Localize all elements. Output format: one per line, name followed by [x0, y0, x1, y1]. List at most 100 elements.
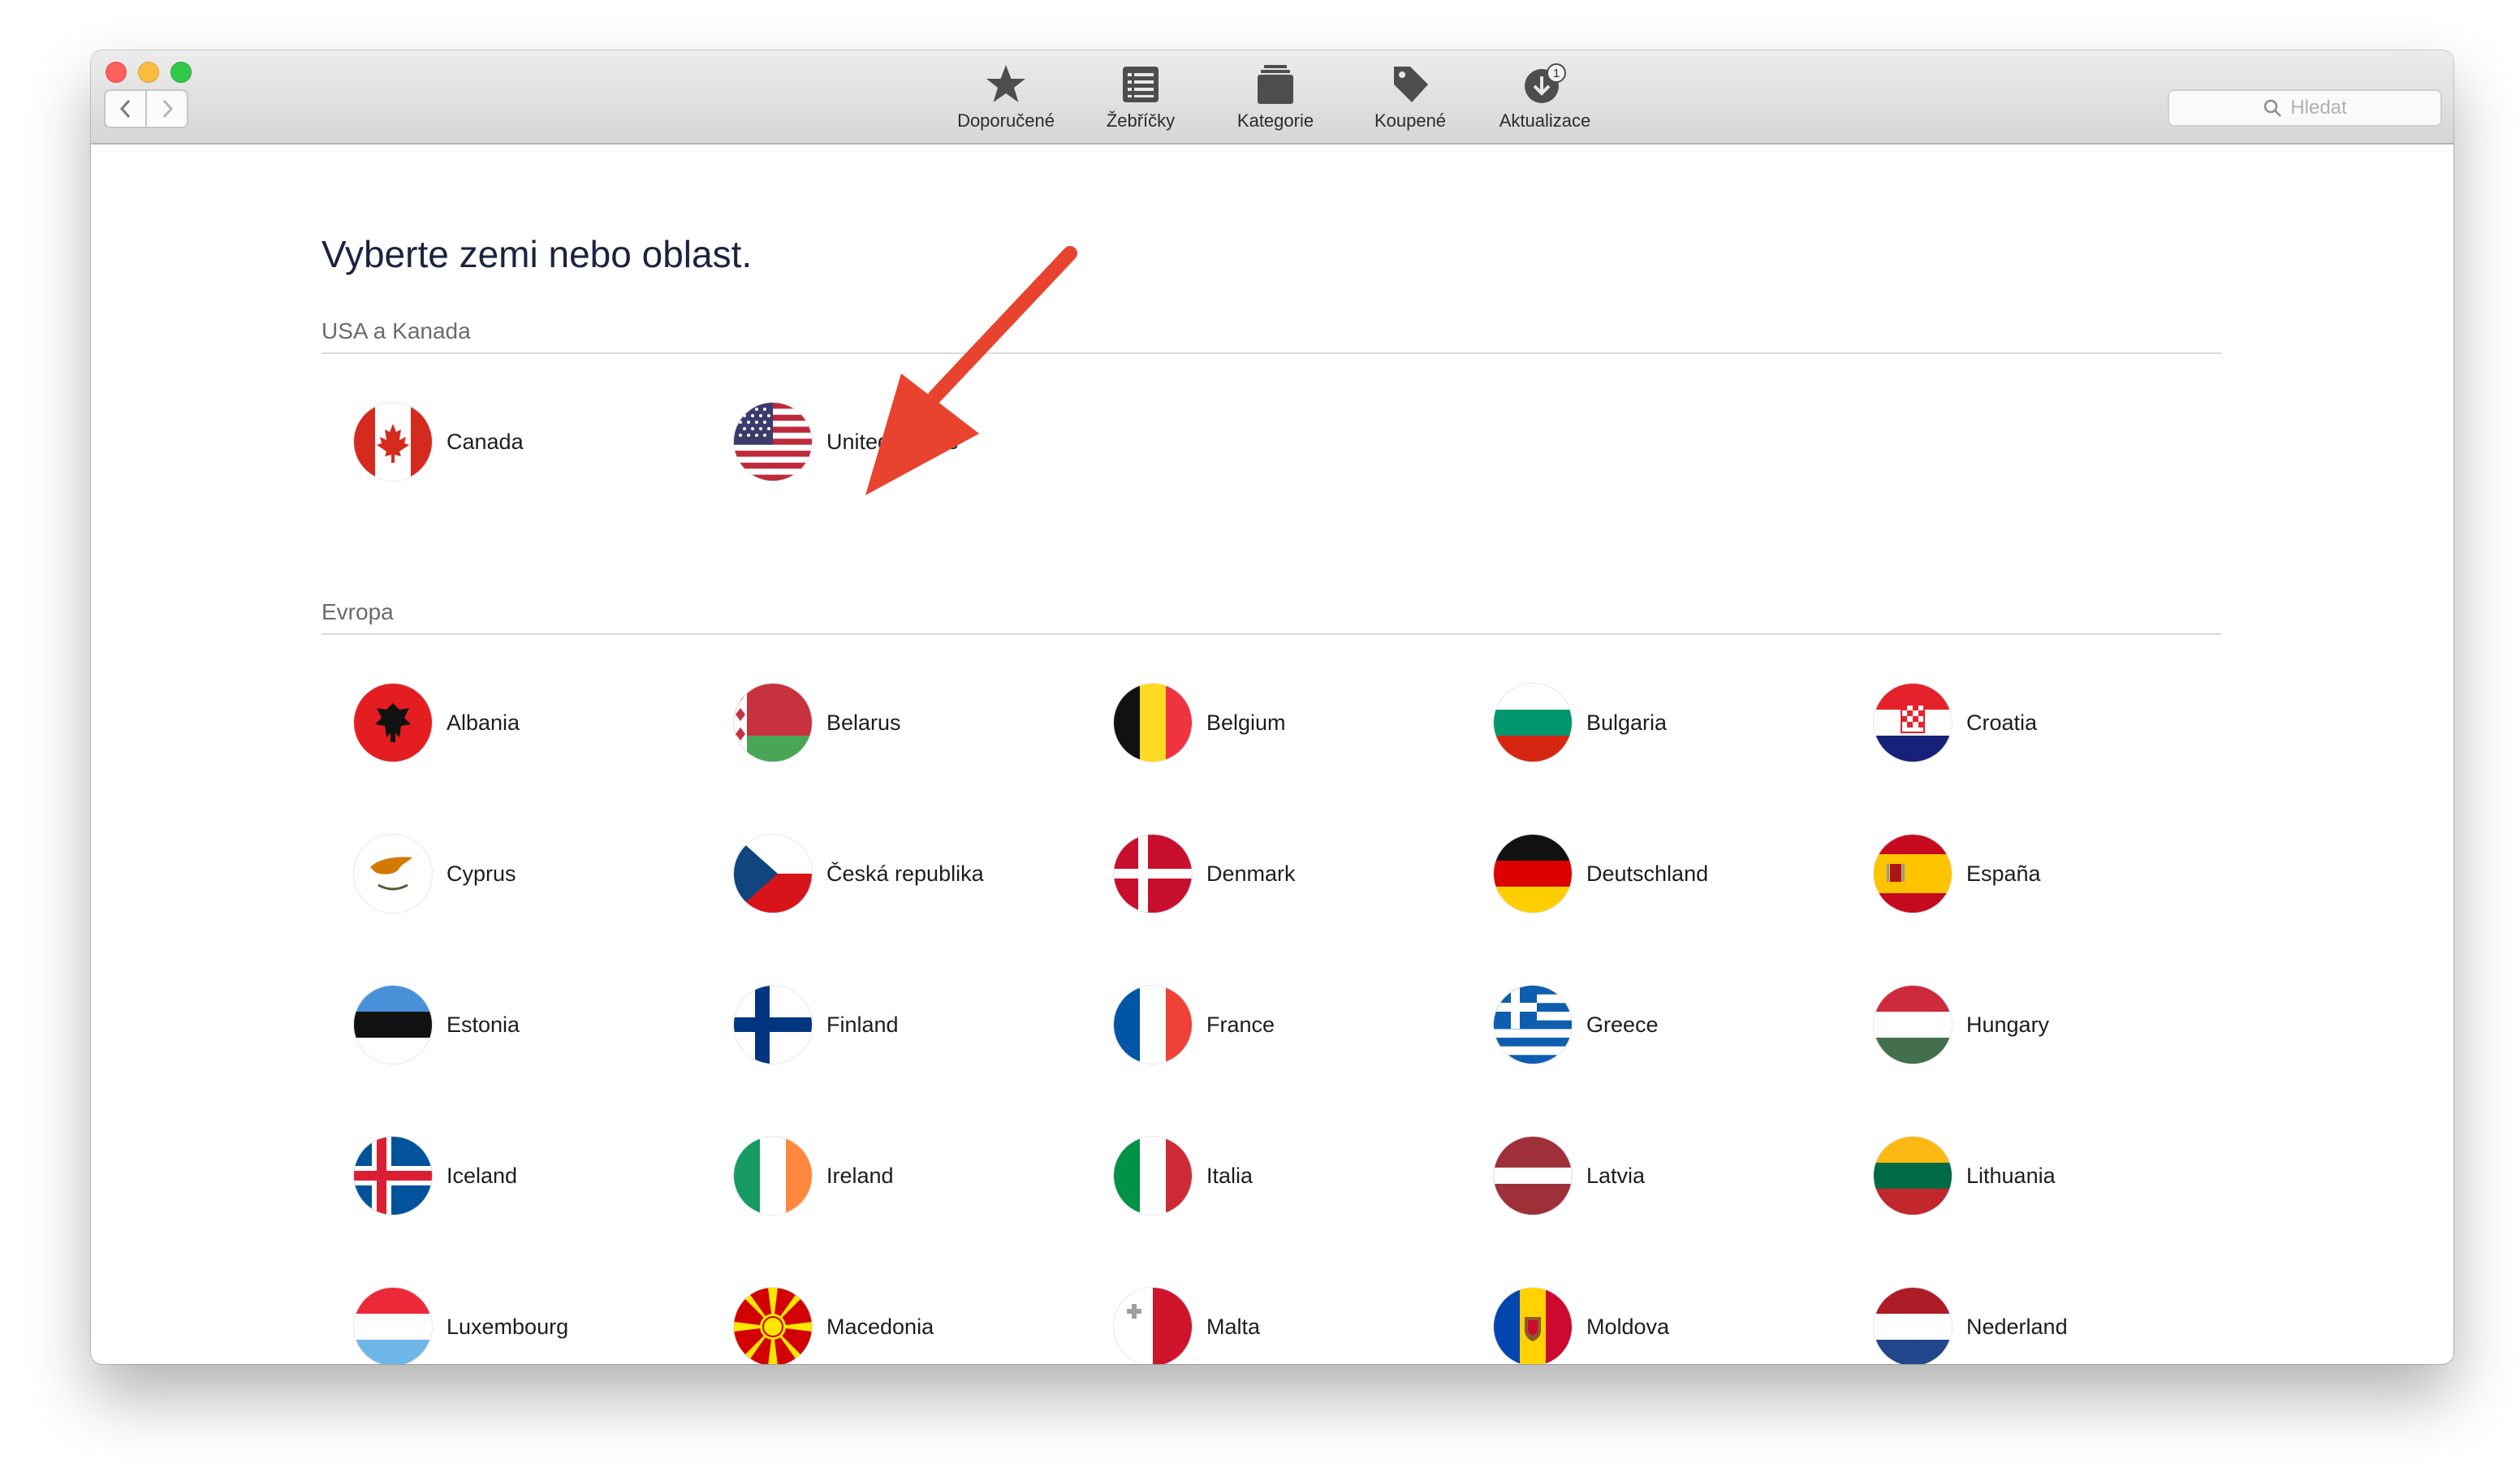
country-name: Luxembourg	[447, 1314, 569, 1339]
luxembourg-flag-icon	[354, 1288, 432, 1364]
country-name: Greece	[1586, 1012, 1659, 1037]
country-latvia[interactable]: Latvia	[1494, 1135, 1835, 1216]
country-denmark[interactable]: Denmark	[1114, 833, 1455, 914]
latvia-flag-icon	[1494, 1137, 1572, 1215]
section-divider	[321, 633, 2221, 635]
tab-updates-label: Aktualizace	[1499, 110, 1591, 131]
country-name: Denmark	[1206, 861, 1296, 886]
country-name: Bulgaria	[1586, 710, 1668, 735]
country-estonia[interactable]: Estonia	[354, 984, 695, 1065]
minimize-window-button[interactable]	[138, 62, 159, 83]
country-macedonia[interactable]: Macedonia	[734, 1286, 1075, 1364]
country-nederland[interactable]: Nederland	[1874, 1286, 2215, 1364]
country-belarus[interactable]: Belarus	[734, 682, 1075, 763]
deutschland-flag-icon	[1494, 835, 1572, 913]
country-name: Iceland	[447, 1163, 518, 1188]
chevron-right-icon	[162, 99, 173, 119]
title-bar: Doporučené Žebříčky Kategorie Koupené 1 …	[91, 50, 2453, 145]
tab-updates[interactable]: 1 Aktualizace	[1478, 63, 1612, 138]
tab-purchased[interactable]: Koupené	[1343, 63, 1478, 138]
country-iceland[interactable]: Iceland	[354, 1135, 695, 1216]
italia-flag-icon	[1114, 1137, 1192, 1215]
history-nav	[104, 89, 188, 128]
country-name: Italia	[1206, 1163, 1254, 1188]
section-divider	[321, 352, 2221, 354]
country-hungary[interactable]: Hungary	[1874, 984, 2215, 1065]
updates-badge-count: 1	[1553, 67, 1560, 80]
categories-icon	[1258, 65, 1293, 104]
search-placeholder: Hledat	[2290, 97, 2347, 119]
forward-button[interactable]	[145, 91, 187, 127]
country-name: Macedonia	[826, 1314, 934, 1339]
canada-flag-icon	[354, 403, 432, 481]
estonia-flag-icon	[354, 986, 432, 1064]
country-italia[interactable]: Italia	[1114, 1135, 1455, 1216]
country-croatia[interactable]: Croatia	[1874, 682, 2215, 763]
star-icon	[986, 65, 1025, 102]
country-name: Deutschland	[1586, 861, 1709, 886]
country-name: France	[1206, 1012, 1275, 1037]
country-name: Latvia	[1586, 1163, 1646, 1188]
chevron-left-icon	[119, 99, 130, 119]
country-bulgaria[interactable]: Bulgaria	[1494, 682, 1835, 763]
country-czech-republic[interactable]: Česká republika	[734, 833, 1075, 914]
country-canada[interactable]: Canada	[354, 401, 695, 482]
moldova-flag-icon	[1494, 1288, 1572, 1364]
country-name: Česká republika	[826, 861, 984, 886]
country-name: Canada	[447, 429, 524, 454]
albania-flag-icon	[354, 684, 432, 762]
country-name: Moldova	[1586, 1314, 1670, 1339]
country-greece[interactable]: Greece	[1494, 984, 1835, 1065]
country-name: Ireland	[826, 1163, 894, 1188]
country-name: Estonia	[447, 1012, 520, 1037]
ireland-flag-icon	[734, 1137, 812, 1215]
section-usa-canada-title: USA a Kanada	[321, 318, 471, 343]
croatia-flag-icon	[1874, 684, 1952, 762]
country-name: Lithuania	[1966, 1163, 2056, 1188]
app-store-window: Doporučené Žebříčky Kategorie Koupené 1 …	[91, 50, 2453, 1364]
tab-categories[interactable]: Kategorie	[1208, 63, 1343, 138]
country-name: Albania	[447, 710, 520, 735]
country-finland[interactable]: Finland	[734, 984, 1075, 1065]
country-belgium[interactable]: Belgium	[1114, 682, 1455, 763]
country-deutschland[interactable]: Deutschland	[1494, 833, 1835, 914]
search-field[interactable]: Hledat	[2168, 89, 2442, 127]
country-ireland[interactable]: Ireland	[734, 1135, 1075, 1216]
tab-featured[interactable]: Doporučené	[939, 63, 1073, 138]
country-name: Hungary	[1966, 1012, 2050, 1037]
iceland-flag-icon	[354, 1137, 432, 1215]
tab-top-charts[interactable]: Žebříčky	[1073, 63, 1208, 138]
back-button[interactable]	[106, 91, 145, 127]
tag-icon	[1394, 67, 1428, 102]
zoom-window-button[interactable]	[170, 62, 192, 83]
cyprus-flag-icon	[354, 835, 432, 913]
belarus-flag-icon	[734, 684, 812, 762]
finland-flag-icon	[734, 986, 812, 1064]
czech-republic-flag-icon	[734, 835, 812, 913]
denmark-flag-icon	[1114, 835, 1192, 913]
country-name: Finland	[826, 1012, 899, 1037]
united-states-flag-icon	[734, 403, 812, 481]
page-title: Vyberte zemi nebo oblast.	[321, 233, 753, 275]
country-name: Croatia	[1966, 710, 2038, 735]
tab-categories-label: Kategorie	[1236, 110, 1314, 131]
country-name: Cyprus	[447, 861, 516, 886]
belgium-flag-icon	[1114, 684, 1192, 762]
country-albania[interactable]: Albania	[354, 682, 695, 763]
country-malta[interactable]: Malta	[1114, 1286, 1455, 1364]
nederland-flag-icon	[1874, 1288, 1952, 1364]
country-lithuania[interactable]: Lithuania	[1874, 1135, 2215, 1216]
country-espana[interactable]: España	[1874, 833, 2215, 914]
section-europe-title: Evropa	[321, 599, 394, 624]
country-name: Belarus	[826, 710, 901, 735]
country-picker: Vyberte zemi nebo oblast. USA a Kanada E…	[91, 145, 2453, 1364]
country-france[interactable]: France	[1114, 984, 1455, 1065]
country-moldova[interactable]: Moldova	[1494, 1286, 1835, 1364]
tab-top-charts-label: Žebříčky	[1106, 110, 1176, 131]
lithuania-flag-icon	[1874, 1137, 1952, 1215]
espana-flag-icon	[1874, 835, 1952, 913]
country-cyprus[interactable]: Cyprus	[354, 833, 695, 914]
greece-flag-icon	[1494, 986, 1572, 1064]
country-luxembourg[interactable]: Luxembourg	[354, 1286, 695, 1364]
close-window-button[interactable]	[106, 62, 127, 83]
